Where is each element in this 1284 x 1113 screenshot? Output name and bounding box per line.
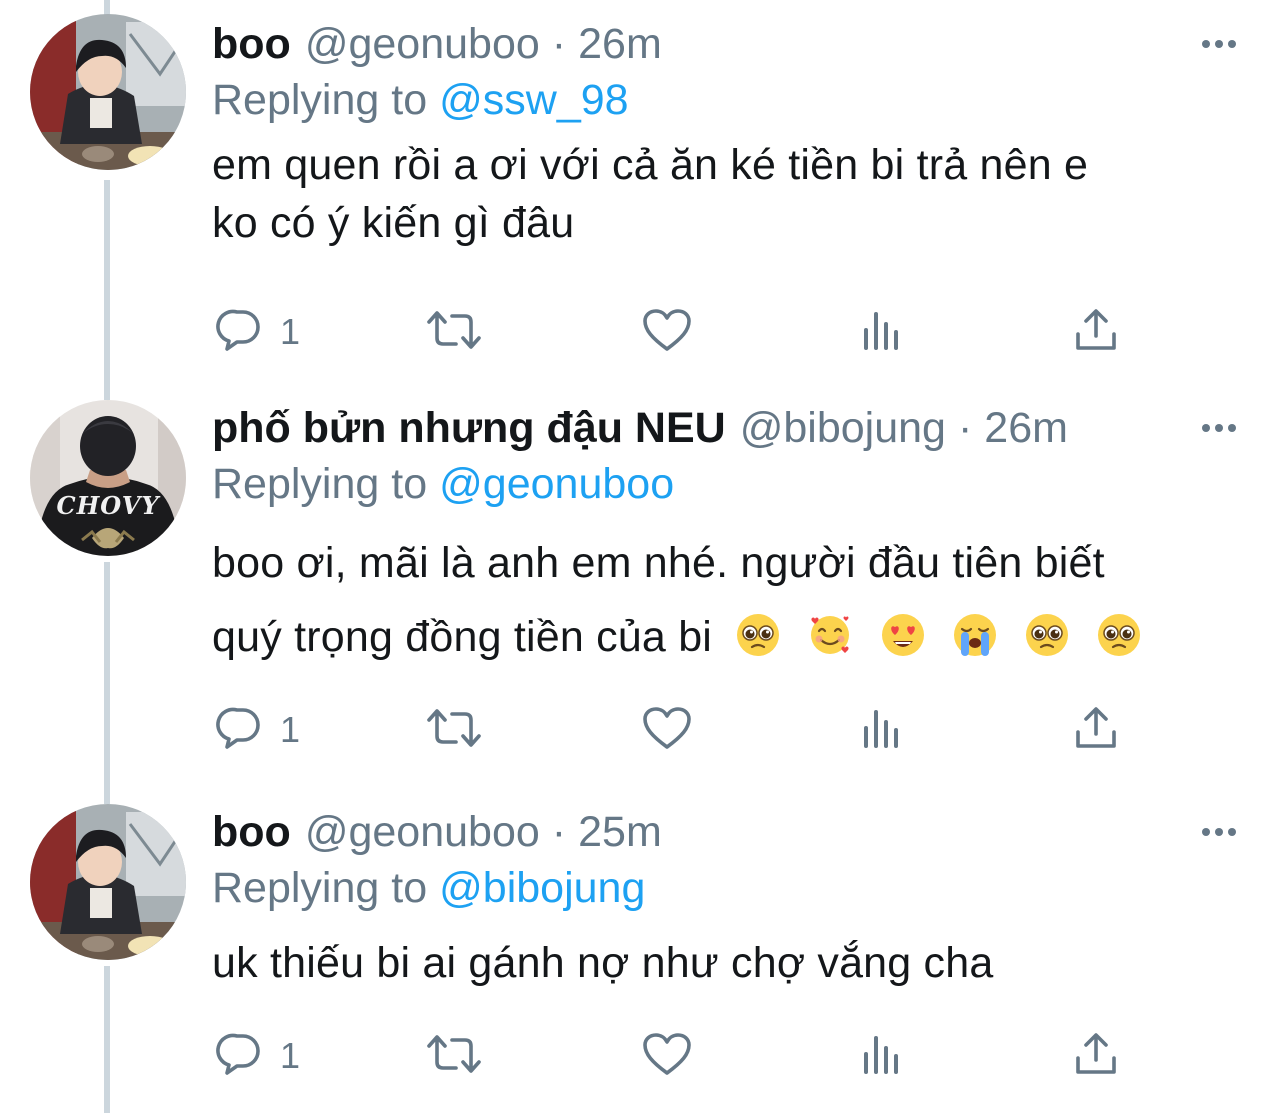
reply-button[interactable]: 1	[216, 304, 300, 360]
more-options-button[interactable]	[1202, 398, 1236, 458]
tweet-header: boo @geonuboo · 26m	[212, 14, 662, 74]
tweet-actions: 1	[212, 702, 1122, 758]
loudly-crying-face-emoji	[953, 606, 997, 656]
more-icon	[1202, 424, 1236, 432]
more-icon	[1202, 828, 1236, 836]
pleading-face-emoji	[736, 606, 780, 656]
display-name[interactable]: phố bửn nhưng đậu NEU	[212, 398, 726, 458]
avatar[interactable]	[30, 804, 186, 960]
share-icon	[1074, 1032, 1118, 1081]
share-icon	[1074, 308, 1118, 357]
timestamp[interactable]: 26m	[578, 14, 662, 74]
tweet-text: uk thiếu bi ai gánh nợ như chợ vắng cha	[212, 934, 1252, 992]
reply-button[interactable]: 1	[216, 1028, 300, 1084]
retweet-icon	[426, 308, 482, 357]
avatar[interactable]	[30, 14, 186, 170]
analytics-icon	[860, 706, 904, 755]
share-button[interactable]	[1074, 1028, 1118, 1084]
analytics-button[interactable]	[860, 304, 904, 360]
like-button[interactable]	[642, 702, 692, 758]
reply-icon	[216, 706, 262, 755]
thread-line-1	[104, 180, 110, 400]
tweet-text-line: ko có ý kiến gì đâu	[212, 199, 575, 247]
timestamp[interactable]: 26m	[984, 398, 1068, 458]
retweet-icon	[426, 706, 482, 755]
replying-to: Replying to @bibojung	[212, 858, 645, 918]
heart-eyes-emoji	[881, 606, 925, 656]
like-icon	[642, 706, 692, 755]
analytics-button[interactable]	[860, 1028, 904, 1084]
replying-to-label: Replying to	[212, 76, 428, 124]
analytics-icon	[860, 1032, 904, 1081]
pleading-face-emoji	[1025, 606, 1069, 656]
smiling-face-with-hearts-emoji	[808, 606, 852, 654]
share-button[interactable]	[1074, 702, 1118, 758]
avatar[interactable]: CHOVY	[30, 400, 186, 556]
display-name[interactable]: boo	[212, 802, 291, 862]
like-icon	[642, 1032, 692, 1081]
tweet-text: boo ơi, mãi là anh em nhé. người đầu tiê…	[212, 526, 1252, 674]
replying-to-mention[interactable]: @bibojung	[439, 864, 645, 912]
reply-count: 1	[280, 1035, 301, 1076]
user-handle[interactable]: @bibojung	[740, 398, 946, 458]
tweet-text-line: quý trọng đồng tiền của bi	[212, 600, 1252, 674]
analytics-icon	[860, 308, 904, 357]
replying-to-label: Replying to	[212, 460, 428, 508]
display-name[interactable]: boo	[212, 14, 291, 74]
retweet-button[interactable]	[426, 1028, 482, 1084]
replying-to: Replying to @geonuboo	[212, 454, 674, 514]
replying-to-mention[interactable]: @ssw_98	[439, 76, 628, 124]
share-button[interactable]	[1074, 304, 1118, 360]
replying-to-mention[interactable]: @geonuboo	[439, 460, 674, 508]
separator-dot: ·	[551, 20, 567, 68]
tweet-text-segment: quý trọng đồng tiền của bi	[212, 613, 713, 661]
pleading-face-emoji	[1097, 606, 1141, 656]
tweet-text-line: uk thiếu bi ai gánh nợ như chợ vắng cha	[212, 939, 994, 987]
like-icon	[642, 308, 692, 357]
tweet-text-line: boo ơi, mãi là anh em nhé. người đầu tiê…	[212, 539, 1105, 587]
more-options-button[interactable]	[1202, 14, 1236, 74]
reply-icon	[216, 1032, 262, 1081]
reply-icon	[216, 308, 262, 357]
replying-to: Replying to @ssw_98	[212, 70, 629, 130]
reply-count: 1	[280, 311, 301, 352]
retweet-icon	[426, 1032, 482, 1081]
replying-to-label: Replying to	[212, 864, 428, 912]
reply-count: 1	[280, 709, 301, 750]
separator-dot: ·	[957, 404, 973, 452]
tweet-header: phố bửn nhưng đậu NEU @bibojung · 26m	[212, 398, 1068, 458]
share-icon	[1074, 706, 1118, 755]
tweet-header: boo @geonuboo · 25m	[212, 802, 662, 862]
like-button[interactable]	[642, 1028, 692, 1084]
tweet-text: em quen rồi a ơi với cả ăn ké tiền bi tr…	[212, 136, 1252, 252]
retweet-button[interactable]	[426, 304, 482, 360]
tweet-actions: 1	[212, 304, 1122, 360]
reply-button[interactable]: 1	[216, 702, 300, 758]
user-handle[interactable]: @geonuboo	[305, 14, 540, 74]
separator-dot: ·	[551, 808, 567, 856]
more-icon	[1202, 40, 1236, 48]
retweet-button[interactable]	[426, 702, 482, 758]
user-handle[interactable]: @geonuboo	[305, 802, 540, 862]
timestamp[interactable]: 25m	[578, 802, 662, 862]
like-button[interactable]	[642, 304, 692, 360]
avatar-shirt-text: CHOVY	[56, 491, 161, 520]
analytics-button[interactable]	[860, 702, 904, 758]
thread-line-2	[104, 562, 110, 804]
thread-line-3	[104, 966, 110, 1113]
more-options-button[interactable]	[1202, 802, 1236, 862]
tweet-actions: 1	[212, 1028, 1122, 1084]
tweet-text-line: em quen rồi a ơi với cả ăn ké tiền bi tr…	[212, 141, 1089, 189]
